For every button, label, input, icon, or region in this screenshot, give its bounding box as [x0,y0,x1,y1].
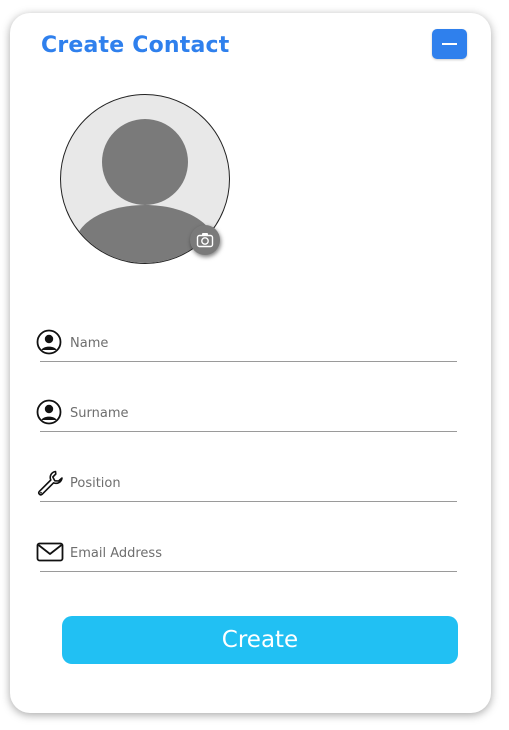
user-circle-icon [36,399,62,425]
email-underline [40,571,457,572]
position-input[interactable] [70,465,456,501]
name-input[interactable] [70,325,456,361]
camera-icon [196,233,214,248]
position-underline [40,501,457,502]
email-input[interactable] [70,535,456,571]
minimize-button[interactable] [432,29,467,59]
email-field [36,535,458,573]
upload-photo-button[interactable] [190,225,220,255]
name-underline [40,361,457,362]
user-circle-icon [36,329,62,355]
name-field [36,325,458,363]
position-field [36,465,458,503]
surname-input[interactable] [70,395,456,431]
surname-field [36,395,458,433]
envelope-icon [36,539,64,565]
create-button[interactable]: Create [62,616,458,664]
surname-underline [40,431,457,432]
create-contact-card: Create Contact Name Surname Position Ema… [10,13,491,713]
minus-icon [442,43,457,45]
page-title: Create Contact [41,33,230,58]
wrench-icon [36,469,63,496]
